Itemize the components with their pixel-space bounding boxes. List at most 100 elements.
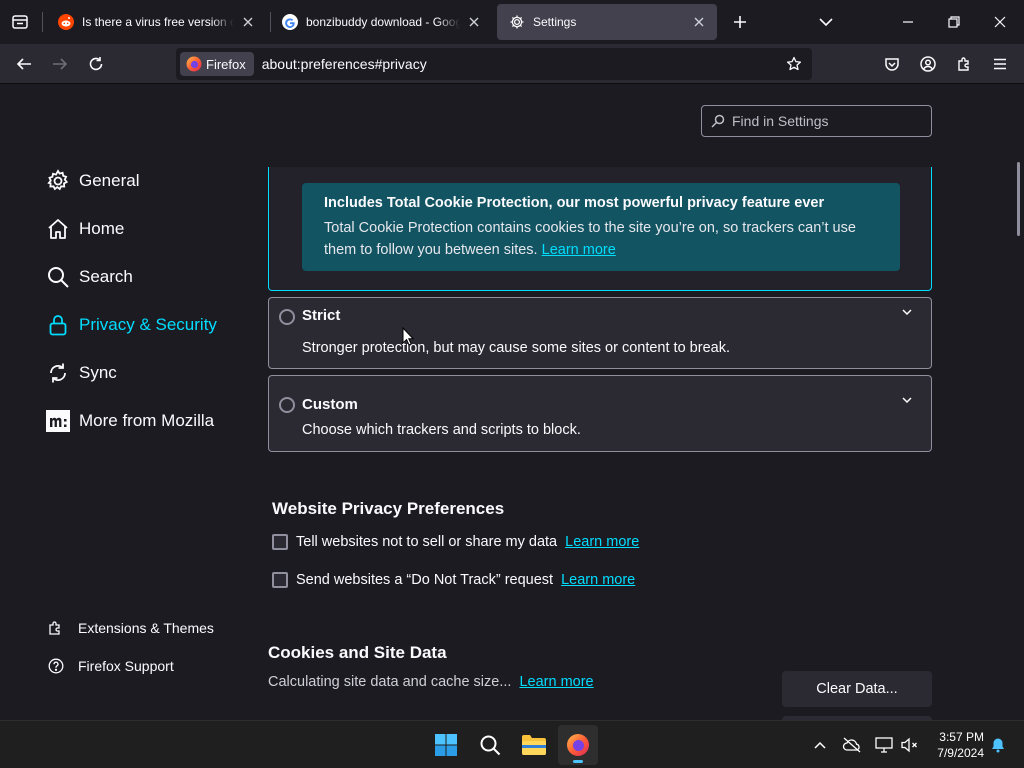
notifications-bell-icon[interactable] [986,733,1010,757]
url-text[interactable]: about:preferences#privacy [262,56,427,72]
close-tab-icon[interactable] [691,14,707,30]
tab-google[interactable]: bonzibuddy download - Google Search [270,4,492,40]
site-data-status: Calculating site data and cache size... … [268,674,594,690]
tcp-heading: Includes Total Cookie Protection, our mo… [324,195,825,211]
system-clock[interactable]: 3:57 PM 7/9/2024 [926,729,984,761]
do-not-track-checkbox[interactable] [272,572,288,588]
tab-title: Is there a virus free version of Bonzi [82,15,234,29]
list-all-tabs-icon[interactable] [814,10,838,34]
volume-muted-icon[interactable] [898,733,922,757]
extensions-icon[interactable] [952,52,976,76]
onedrive-offline-icon[interactable] [840,733,864,757]
category-home[interactable]: Home [46,213,124,245]
url-bar[interactable]: Firefox about:preferences#privacy [176,48,812,80]
strict-radio[interactable] [279,309,295,325]
category-sync[interactable]: Sync [46,357,117,389]
taskbar-search-button[interactable] [470,725,510,765]
clear-data-button[interactable]: Clear Data... [782,671,932,707]
footer-label: Firefox Support [78,658,174,674]
tab-settings[interactable]: Settings [497,4,717,40]
search-icon [710,113,726,129]
category-label: More from Mozilla [79,411,215,430]
custom-radio[interactable] [279,397,295,413]
network-icon[interactable] [872,733,896,757]
category-privacy-security[interactable]: Privacy & Security [46,309,217,341]
category-label: Sync [79,363,117,382]
firefox-taskbar-button[interactable] [558,725,598,765]
tab-reddit[interactable]: Is there a virus free version of Bonzi [46,4,266,40]
do-not-sell-learn-more-link[interactable]: Learn more [565,534,639,550]
category-more-from-mozilla[interactable]: More from Mozilla [46,405,214,437]
category-label: General [79,171,140,190]
restore-icon[interactable] [942,10,966,34]
clock-time: 3:57 PM [939,730,984,744]
scrollbar-thumb[interactable] [1017,162,1020,236]
windows-logo-icon [434,733,458,757]
custom-title: Custom [302,396,358,413]
firefox-logo-icon [566,733,590,757]
strict-description: Stronger protection, but may cause some … [302,340,730,356]
do-not-sell-checkbox[interactable] [272,534,288,550]
total-cookie-protection-callout: Includes Total Cookie Protection, our mo… [302,183,900,271]
search-icon [46,265,70,289]
navigation-toolbar: Firefox about:preferences#privacy [0,44,1024,84]
menu-icon[interactable] [988,52,1012,76]
cookies-learn-more-link[interactable]: Learn more [519,674,593,690]
account-icon[interactable] [916,52,940,76]
do-not-track-learn-more-link[interactable]: Learn more [561,572,635,588]
strict-title: Strict [302,307,341,324]
file-explorer-button[interactable] [514,725,554,765]
sync-icon [46,361,70,385]
gear-icon [509,14,525,30]
tcp-learn-more-link[interactable]: Learn more [542,242,616,258]
home-icon [46,217,70,241]
pocket-icon[interactable] [880,52,904,76]
show-hidden-icons-icon[interactable] [808,733,832,757]
tcp-body: Total Cookie Protection contains cookies… [324,217,878,261]
active-indicator [573,760,583,763]
firefox-view-icon[interactable] [8,10,32,34]
category-label: Privacy & Security [79,315,217,334]
settings-page: Find in Settings General Home Search Pri… [0,84,1024,720]
firefox-logo-icon [186,56,202,72]
forward-icon[interactable] [48,52,72,76]
close-window-icon[interactable] [988,10,1012,34]
folder-icon [521,734,547,756]
minimize-icon[interactable] [896,10,920,34]
do-not-track-label[interactable]: Send websites a “Do Not Track” request [296,572,553,588]
do-not-track-row: Send websites a “Do Not Track” request L… [272,570,635,590]
website-privacy-preferences-heading: Website Privacy Preferences [272,499,505,518]
category-search[interactable]: Search [46,261,133,293]
back-icon[interactable] [12,52,36,76]
strict-protection-option[interactable]: Strict Stronger protection, but may caus… [268,297,932,369]
identity-box[interactable]: Firefox [180,52,254,76]
search-icon [479,734,501,756]
chevron-down-icon[interactable] [899,392,915,408]
firefox-support-link[interactable]: Firefox Support [48,654,174,678]
do-not-sell-label[interactable]: Tell websites not to sell or share my da… [296,534,557,550]
reload-icon[interactable] [84,52,108,76]
close-tab-icon[interactable] [240,14,256,30]
footer-label: Extensions & Themes [78,620,214,636]
help-icon [48,658,64,674]
mouse-cursor-icon [402,327,414,346]
custom-protection-option[interactable]: Custom Choose which trackers and scripts… [268,375,932,452]
start-button[interactable] [426,725,466,765]
tab-title: bonzibuddy download - Google Search [306,15,460,29]
reddit-icon [58,14,74,30]
extensions-themes-link[interactable]: Extensions & Themes [48,616,214,640]
lock-icon [46,313,70,337]
windows-taskbar: 3:57 PM 7/9/2024 [0,720,1024,768]
clock-date: 7/9/2024 [937,746,984,760]
tab-separator [42,12,43,32]
find-in-settings-input[interactable]: Find in Settings [701,105,932,137]
cookies-site-data-heading: Cookies and Site Data [268,643,447,662]
find-placeholder: Find in Settings [732,113,829,129]
gear-icon [46,169,70,193]
category-general[interactable]: General [46,165,139,197]
category-label: Home [79,219,125,238]
chevron-down-icon[interactable] [899,304,915,320]
bookmark-star-icon[interactable] [782,52,806,76]
close-tab-icon[interactable] [466,14,482,30]
new-tab-icon[interactable] [728,10,752,34]
